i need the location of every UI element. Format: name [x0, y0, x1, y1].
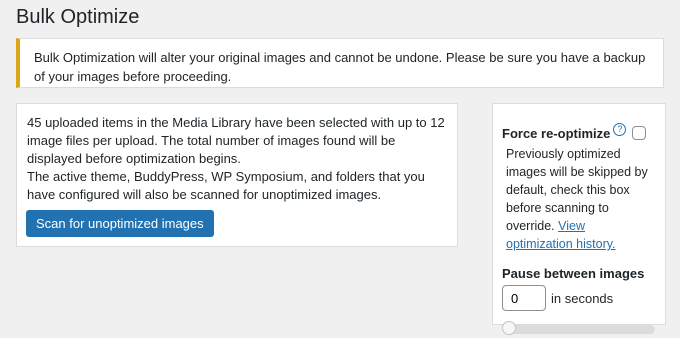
- help-icon[interactable]: ?: [613, 122, 627, 136]
- scan-button[interactable]: Scan for unoptimized images: [26, 210, 214, 237]
- scan-scope-note: The active theme, BuddyPress, WP Symposi…: [27, 169, 425, 202]
- slider-handle[interactable]: [502, 321, 516, 335]
- selection-summary: 45 uploaded items in the Media Library h…: [27, 115, 445, 166]
- force-reoptimize-label: Force re-optimize: [502, 125, 611, 141]
- pause-input[interactable]: [502, 285, 546, 311]
- options-panel: Force re-optimize ? Previously optimized…: [492, 103, 666, 335]
- scan-panel: 45 uploaded items in the Media Library h…: [16, 103, 458, 247]
- warning-notice: Bulk Optimization will alter your origin…: [16, 38, 664, 88]
- pause-label: Pause between images: [502, 266, 645, 281]
- pause-unit: in seconds: [551, 290, 614, 306]
- notice-text: Bulk Optimization will alter your origin…: [34, 50, 646, 84]
- pause-slider[interactable]: [502, 321, 655, 335]
- pause-row: in seconds: [502, 285, 655, 311]
- page-title: Bulk Optimize: [16, 6, 140, 28]
- slider-track: [505, 325, 655, 334]
- force-reoptimize-description: Previously optimized images will be skip…: [506, 145, 655, 253]
- force-reoptimize-checkbox[interactable]: [632, 126, 646, 140]
- force-reoptimize-row: Force re-optimize ?: [502, 122, 655, 142]
